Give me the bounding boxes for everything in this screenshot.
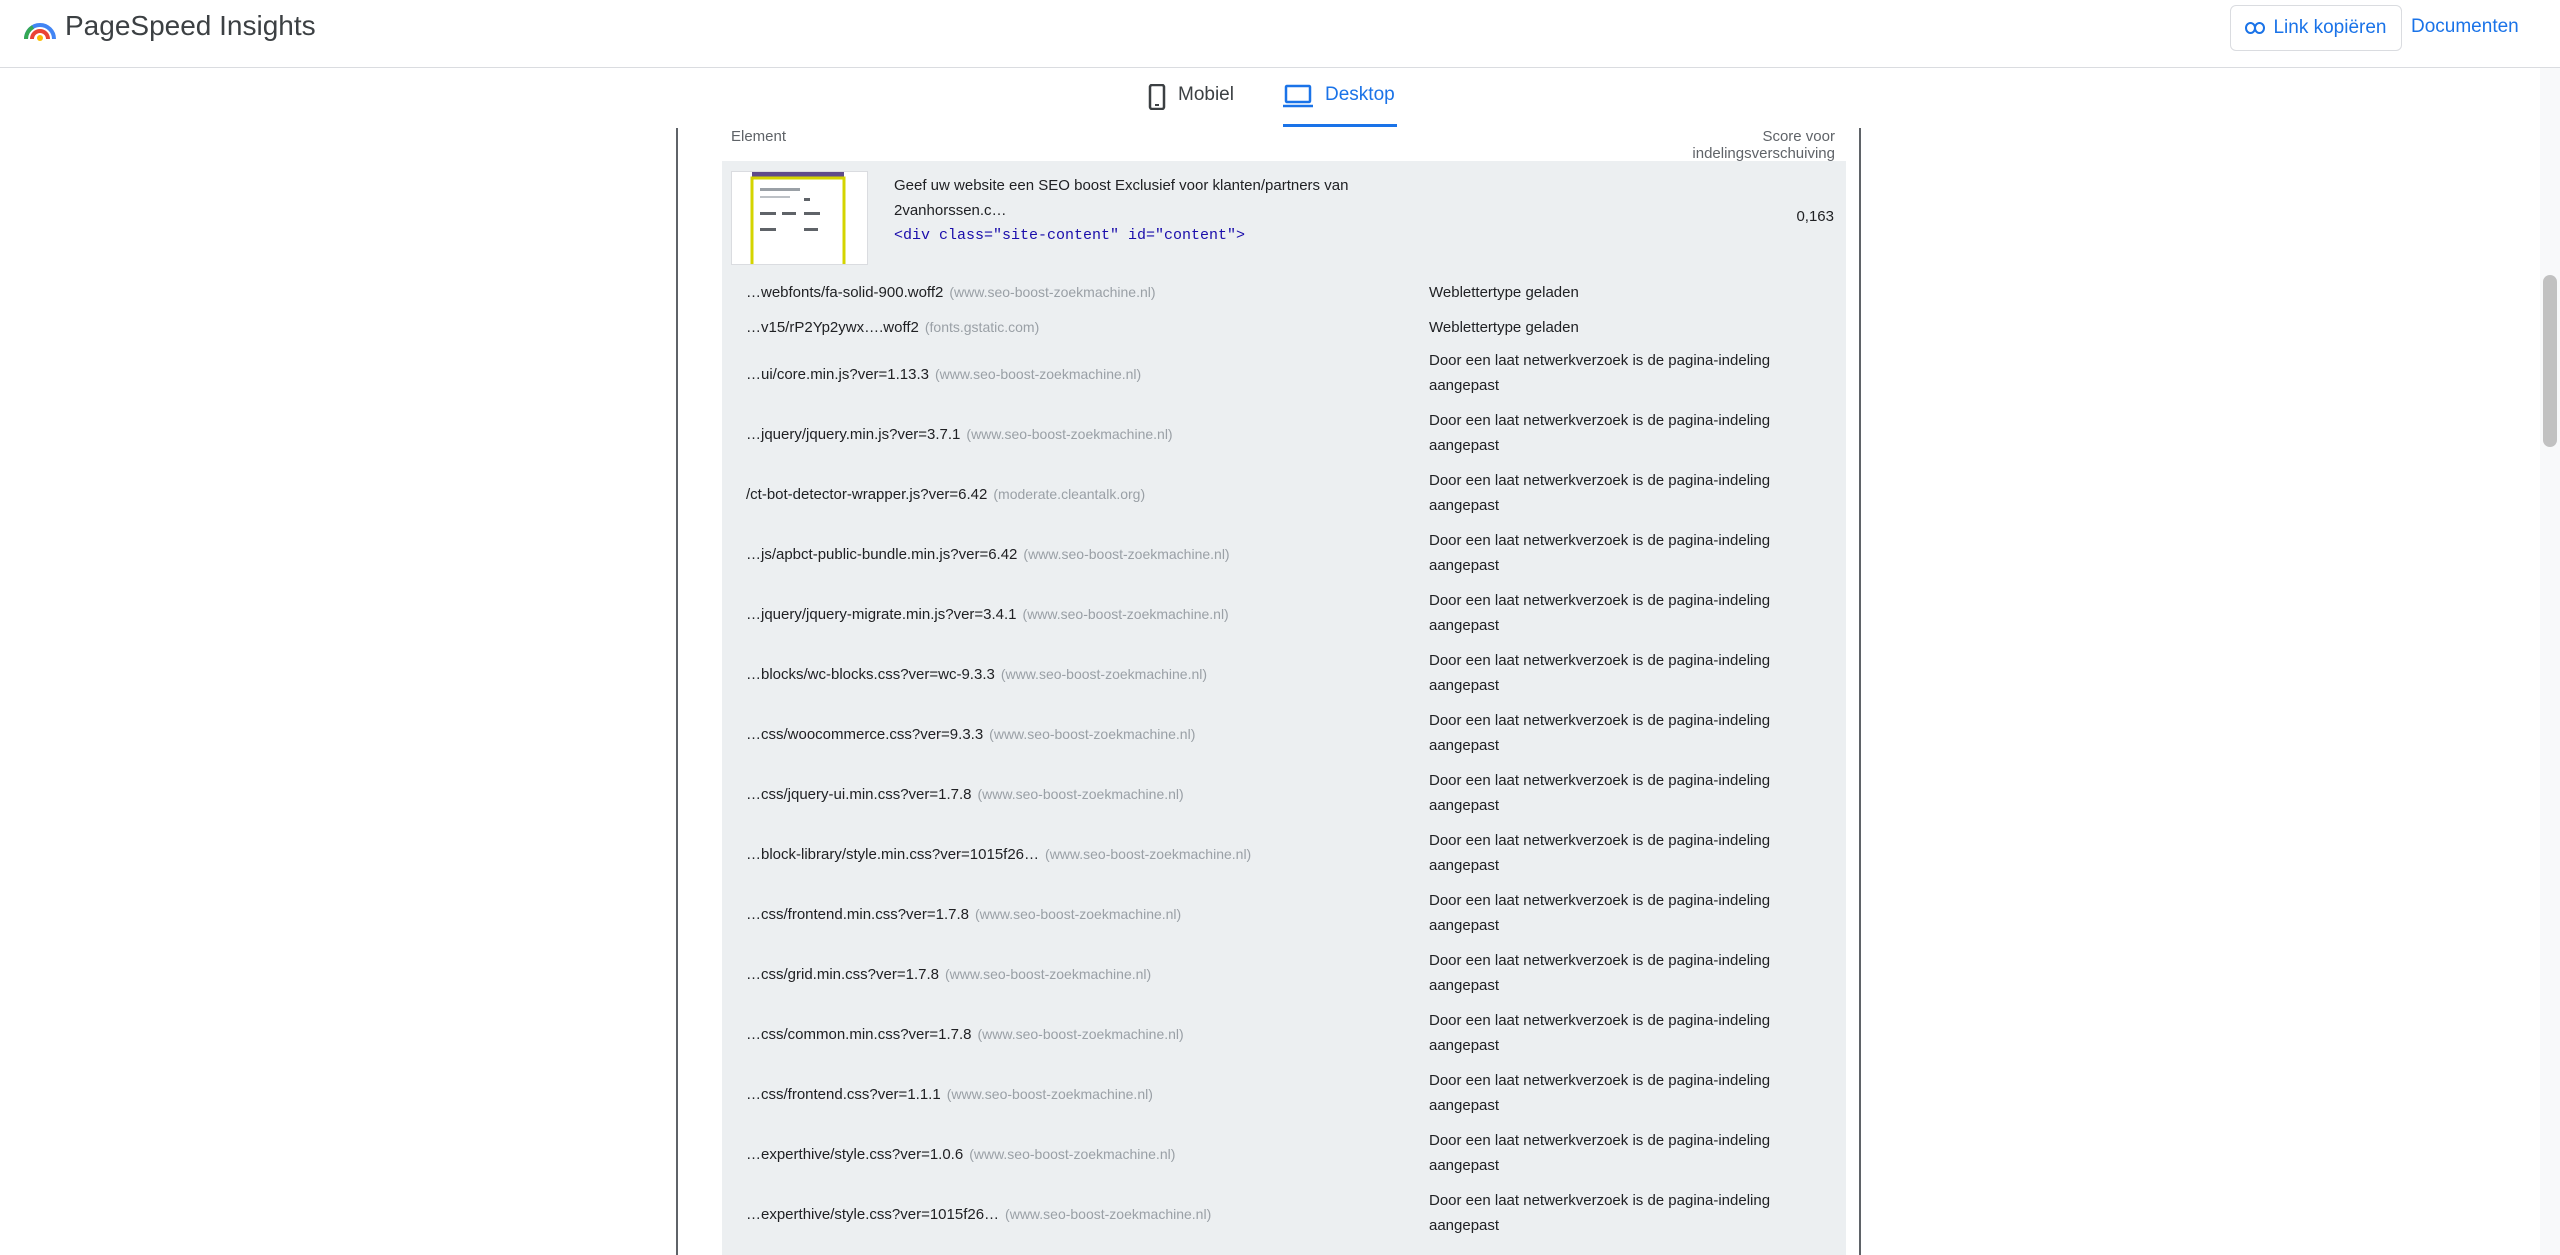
row-url-host: (www.seo-boost-zoekmachine.nl) [1022, 606, 1229, 622]
row-url: …js/apbct-public-bundle.min.js?ver=6.42 (… [746, 546, 1230, 563]
row-url-host: (www.seo-boost-zoekmachine.nl) [977, 1026, 1184, 1042]
row-reason: Door een laat netwerkverzoek is de pagin… [1429, 652, 1771, 694]
row-url: …webfonts/fa-solid-900.woff2 (www.seo-boo… [746, 284, 1156, 301]
row-reason: Door een laat netwerkverzoek is de pagin… [1429, 412, 1771, 454]
table-row-element[interactable]: Geef uw website een SEO boost Exclusief … [722, 161, 1846, 273]
row-url-host: (www.seo-boost-zoekmachine.nl) [946, 1086, 1153, 1102]
row-url: …blocks/wc-blocks.css?ver=wc-9.3.3 (www.s… [746, 666, 1207, 683]
page-screenshot-thumbnail [732, 172, 867, 264]
row-url-host: (www.seo-boost-zoekmachine.nl) [935, 366, 1142, 382]
row-url-host: (www.seo-boost-zoekmachine.nl) [1045, 846, 1252, 862]
row-url-host: (www.seo-boost-zoekmachine.nl) [1023, 546, 1230, 562]
row-url-host: (www.seo-boost-zoekmachine.nl) [975, 906, 1182, 922]
row-url-path: …jquery/jquery.min.js?ver=3.7.1 [746, 426, 961, 443]
row-url-host: (www.seo-boost-zoekmachine.nl) [969, 1146, 1176, 1162]
row-url-path: /ct-bot-detector-wrapper.js?ver=6.42 [746, 486, 988, 503]
scrollbar-track [2540, 68, 2560, 1255]
row-url: …jquery/jquery-migrate.min.js?ver=3.4.1 (… [746, 606, 1229, 623]
row-url-host: (www.seo-boost-zoekmachine.nl) [945, 966, 1152, 982]
row-url-host: (fonts.gstatic.com) [924, 319, 1040, 335]
row-url: …block-library/style.min.css?ver=1015f26… [746, 846, 1251, 863]
app-title: PageSpeed Insights [65, 10, 316, 41]
row-url-host: (www.seo-boost-zoekmachine.nl) [1005, 1206, 1212, 1222]
row-reason: Door een laat netwerkverzoek is de pagin… [1429, 1132, 1771, 1174]
row-url: …css/frontend.min.css?ver=1.7.8 (www.seo-… [746, 906, 1181, 923]
row-reason: Door een laat netwerkverzoek is de pagin… [1429, 1192, 1771, 1234]
row-url: …ui/core.min.js?ver=1.13.3 (www.seo-boost… [746, 366, 1141, 383]
row-reason: Door een laat netwerkverzoek is de pagin… [1429, 352, 1771, 394]
pagespeed-logo-icon [24, 23, 56, 41]
row-url-path: …css/frontend.css?ver=1.1.1 [746, 1086, 941, 1103]
tab-mobile-label: Mobiel [1178, 84, 1234, 105]
laptop-icon [1283, 84, 1313, 108]
row-url: …v15/rP2Yp2ywx….woff2 (fonts.gstatic.com) [746, 319, 1039, 336]
row-url: …css/frontend.css?ver=1.1.1 (www.seo-boos… [746, 1086, 1153, 1103]
row-reason: Door een laat netwerkverzoek is de pagin… [1429, 952, 1771, 994]
snippet-text-2: 2vanhorssen.c… [894, 202, 1007, 219]
row-reason: Door een laat netwerkverzoek is de pagin… [1429, 712, 1771, 754]
row-reason: Door een laat netwerkverzoek is de pagin… [1429, 592, 1771, 634]
row-reason: Door een laat netwerkverzoek is de pagin… [1429, 472, 1771, 514]
copy-link-label: Link kopiëren [2273, 17, 2387, 38]
row-url-path: …js/apbct-public-bundle.min.js?ver=6.42 [746, 546, 1018, 563]
layout-shift-score: 0,163 [1796, 208, 1834, 225]
row-reason: Door een laat netwerkverzoek is de pagin… [1429, 772, 1771, 814]
element-snippet: Geef uw website een SEO boost Exclusief … [894, 173, 1364, 248]
copy-link-button[interactable]: Link kopiëren [2230, 5, 2402, 51]
scrollbar-thumb[interactable] [2543, 275, 2557, 447]
row-url-path: …webfonts/fa-solid-900.woff2 [746, 284, 944, 301]
phone-icon [1148, 84, 1166, 110]
row-url-host: (www.seo-boost-zoekmachine.nl) [977, 786, 1184, 802]
row-reason: Door een laat netwerkverzoek is de pagin… [1429, 892, 1771, 934]
row-url-host: (moderate.cleantalk.org) [993, 486, 1146, 502]
row-url-path: …v15/rP2Yp2ywx….woff2 [746, 319, 919, 336]
row-url-path: …experthive/style.css?ver=1015f26… [746, 1206, 1000, 1223]
row-url-host: (www.seo-boost-zoekmachine.nl) [966, 426, 1173, 442]
element-code: <div class="site-content" id="content"> [894, 227, 1246, 244]
row-url: …css/common.min.css?ver=1.7.8 (www.seo-bo… [746, 1026, 1184, 1043]
row-url-path: …css/frontend.min.css?ver=1.7.8 [746, 906, 970, 923]
top-bar: PageSpeed Insights Link kopiëren Documen… [0, 0, 2560, 68]
row-reason: Weblettertype geladen [1429, 284, 1579, 301]
row-url-host: (www.seo-boost-zoekmachine.nl) [1000, 666, 1208, 682]
row-url: /ct-bot-detector-wrapper.js?ver=6.42 (mod… [746, 486, 1145, 503]
row-reason: Door een laat netwerkverzoek is de pagin… [1429, 532, 1771, 574]
row-url: …css/grid.min.css?ver=1.7.8 (www.seo-boos… [746, 966, 1151, 983]
row-url: …jquery/jquery.min.js?ver=3.7.1 (www.seo-… [746, 426, 1173, 443]
row-url-path: …blocks/wc-blocks.css?ver=wc-9.3.3 [746, 666, 995, 683]
row-reason: Door een laat netwerkverzoek is de pagin… [1429, 832, 1771, 874]
row-url-path: …css/woocommerce.css?ver=9.3.3 [746, 726, 984, 743]
row-url: …css/jquery-ui.min.css?ver=1.7.8 (www.seo… [746, 786, 1184, 803]
column-header-element: Element [731, 128, 787, 145]
element-thumbnail [731, 171, 868, 265]
row-reason: Weblettertype geladen [1429, 319, 1579, 336]
docs-link[interactable]: Documenten [2411, 16, 2519, 38]
row-url-path: …jquery/jquery-migrate.min.js?ver=3.4.1 [746, 606, 1017, 623]
row-reason: Door een laat netwerkverzoek is de pagin… [1429, 1012, 1771, 1054]
row-url-path: …experthive/style.css?ver=1.0.6 [746, 1146, 964, 1163]
row-url-host: (www.seo-boost-zoekmachine.nl) [949, 284, 1156, 300]
device-tabs: Mobiel Desktop [0, 68, 2560, 128]
tab-desktop[interactable]: Desktop [1283, 84, 1397, 127]
row-url: …experthive/style.css?ver=1.0.6 (www.seo-… [746, 1146, 1175, 1163]
row-reason: Door een laat netwerkverzoek is de pagin… [1429, 1072, 1771, 1114]
row-url-path: …css/jquery-ui.min.css?ver=1.7.8 [746, 786, 972, 803]
row-url-path: …block-library/style.min.css?ver=1015f26… [746, 846, 1040, 863]
row-url-path: …css/grid.min.css?ver=1.7.8 [746, 966, 939, 983]
tab-mobile[interactable]: Mobiel [1148, 84, 1234, 124]
snippet-text-1: Geef uw website een SEO boost Exclusief … [894, 177, 1349, 194]
row-url-path: …ui/core.min.js?ver=1.13.3 [746, 366, 930, 383]
link-icon [2245, 22, 2266, 34]
tab-desktop-label: Desktop [1325, 84, 1395, 105]
row-url-host: (www.seo-boost-zoekmachine.nl) [989, 726, 1196, 742]
row-url: …experthive/style.css?ver=1015f26… (www.s… [746, 1206, 1211, 1223]
row-url-path: …css/common.min.css?ver=1.7.8 [746, 1026, 972, 1043]
row-url: …css/woocommerce.css?ver=9.3.3 (www.seo-b… [746, 726, 1195, 743]
column-header-score: Score voor indelingsverschuiving [1692, 128, 1835, 162]
